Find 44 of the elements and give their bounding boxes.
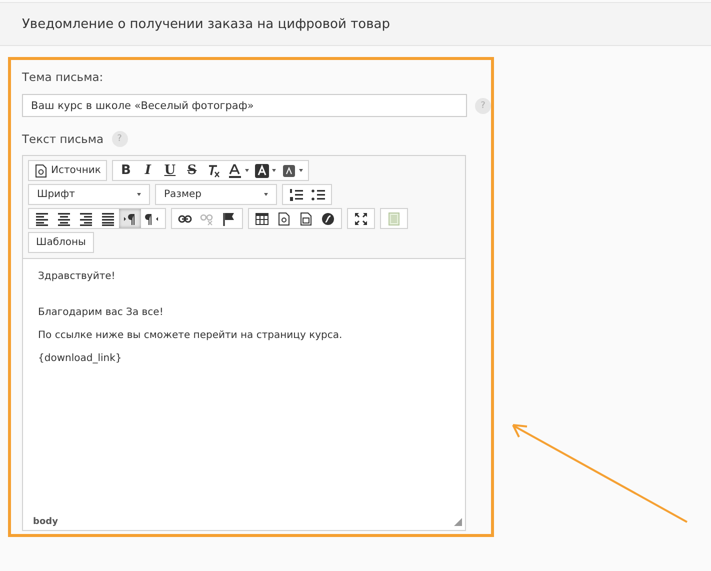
caret-icon (244, 169, 249, 172)
paragraph: Благодарим вас За все! (38, 307, 164, 318)
maximize-icon (354, 212, 368, 226)
rtl-icon (145, 212, 159, 226)
numbered-list-icon (289, 188, 303, 202)
strike-button[interactable]: S (180, 161, 203, 180)
field-label: Текст письма (22, 132, 104, 146)
rich-text-editor[interactable]: Источник B I U S Шрифт Размер Шаблоны Здравствуйте! Благодарим вас За все! По ссылке ниже вы сможете перейти на страницу курса. {download_link} body (22, 155, 466, 531)
element-path: body (33, 517, 58, 527)
resize-handle[interactable] (454, 518, 462, 526)
text-color-icon (228, 164, 242, 178)
bold-button[interactable]: B (114, 161, 137, 180)
circle-icon (321, 212, 335, 226)
flag-icon (222, 212, 236, 226)
table-icon (255, 212, 269, 226)
justify-icon (101, 212, 115, 226)
source-button[interactable]: Источник (31, 161, 104, 180)
templates-button[interactable]: Шаблоны (31, 232, 91, 254)
document-icon (277, 212, 291, 226)
paragraph: По ссылке ниже вы сможете перейти на страницу курса. (38, 330, 344, 341)
subject-field[interactable]: Ваш курс в школе «Веселый фотограф» (22, 94, 468, 117)
field-label: Тема письма: (22, 70, 104, 84)
align-center-icon (57, 212, 71, 226)
paste-icon (387, 212, 401, 226)
ltr-icon (123, 212, 137, 226)
unlink-icon (200, 212, 214, 226)
dropdown[interactable]: Размер (155, 184, 277, 205)
underline-button[interactable]: U (158, 161, 181, 180)
frame-icon (299, 212, 313, 226)
caret-icon (272, 169, 276, 172)
clear-format-icon (206, 164, 221, 178)
italic-button[interactable]: I (136, 161, 159, 180)
ltr-button[interactable] (119, 209, 141, 228)
highlight-icon (254, 164, 269, 178)
document-icon (34, 164, 48, 178)
align-left-icon (35, 212, 49, 226)
paragraph: Здравствуйте! (38, 271, 116, 282)
paragraph: {download_link} (38, 353, 123, 364)
align-right-icon (79, 212, 93, 226)
page-title: Уведомление о получении заказа на цифровой товар (22, 16, 390, 32)
dropdown[interactable]: Шрифт (28, 184, 150, 205)
bullet-list-icon (311, 188, 325, 202)
caret-icon (298, 169, 303, 172)
style-icon (282, 164, 296, 178)
